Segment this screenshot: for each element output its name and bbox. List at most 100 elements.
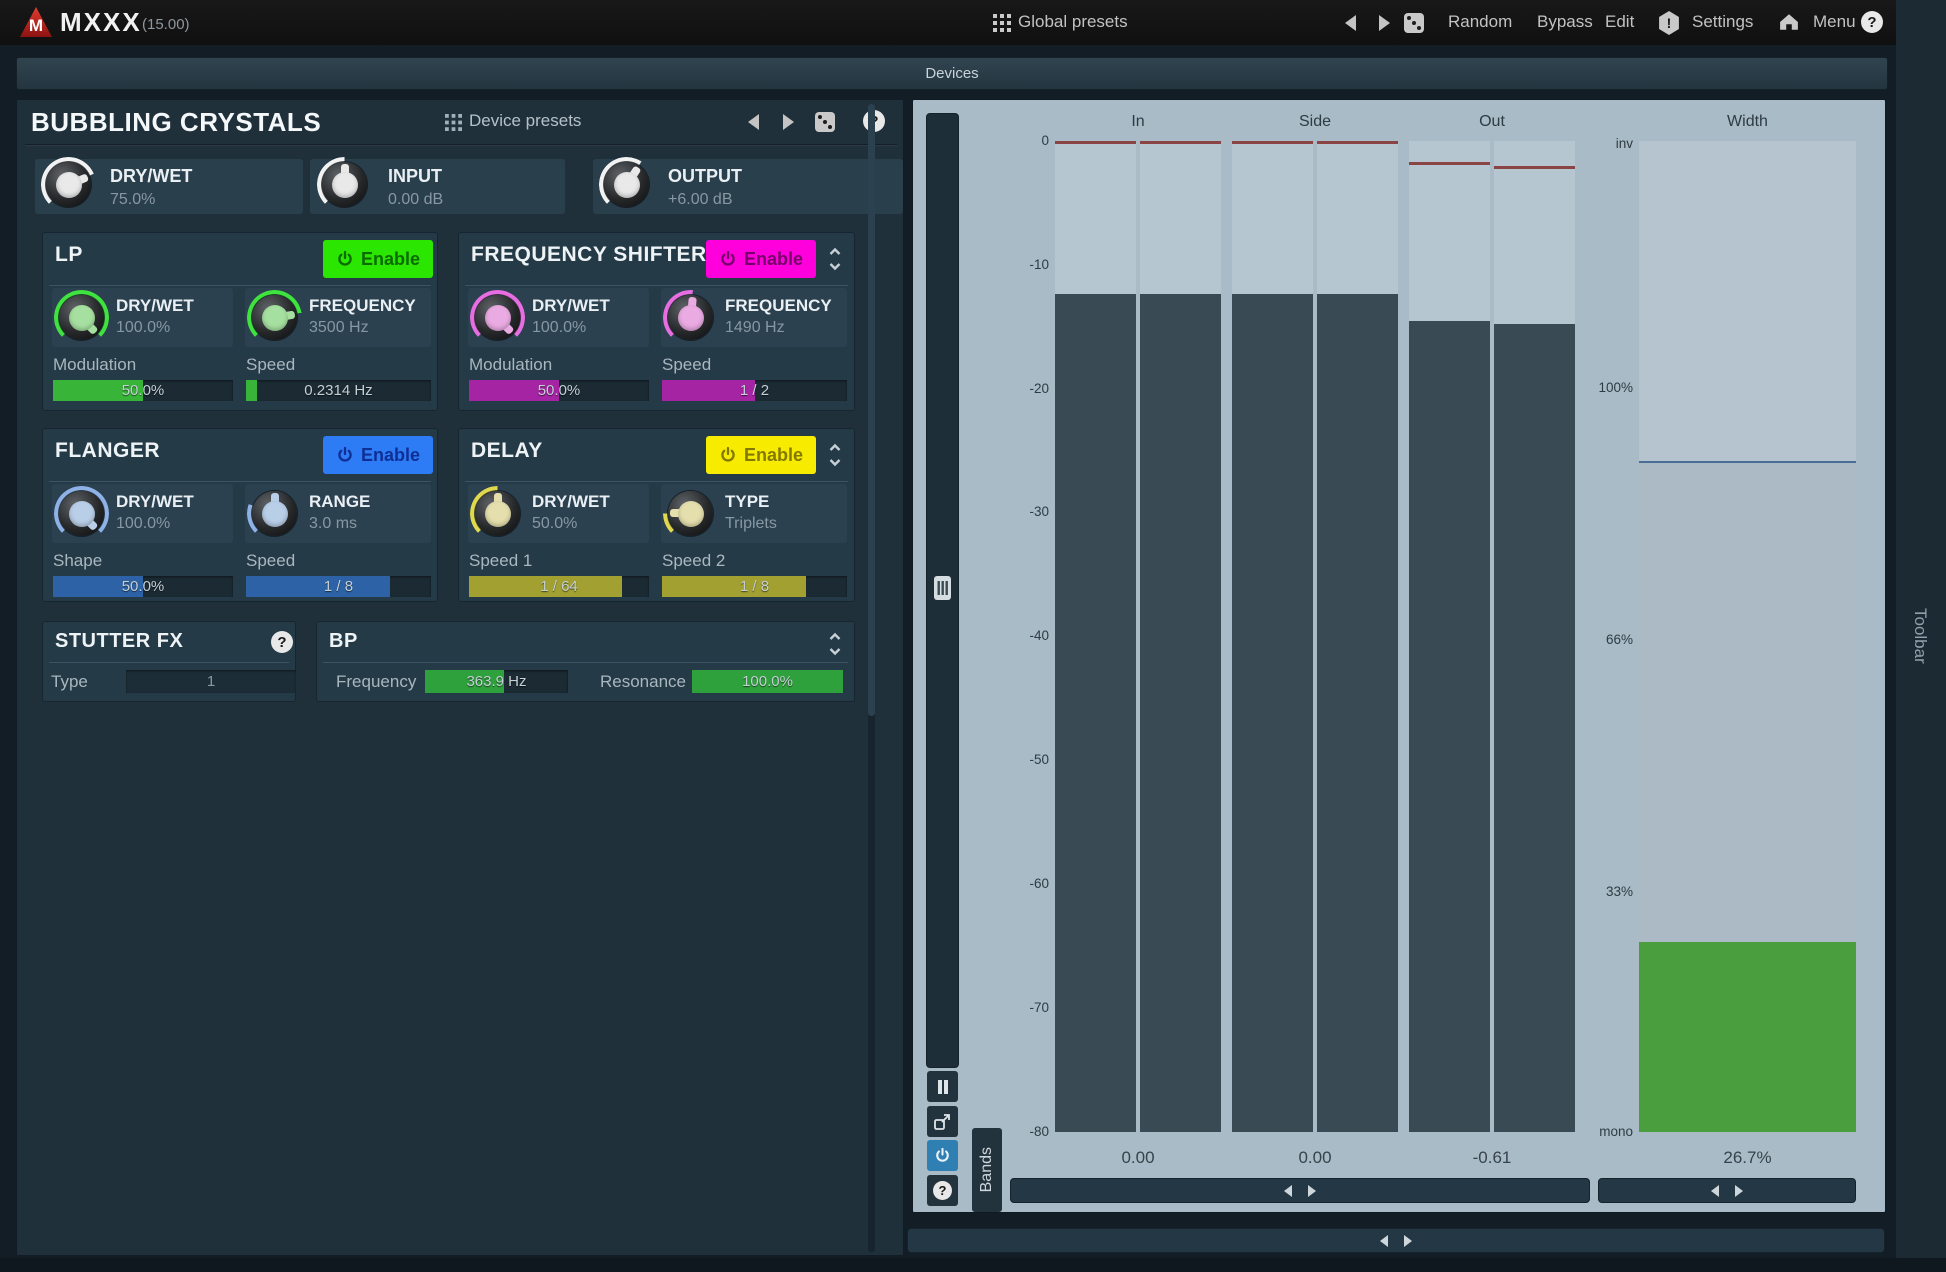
module-lp: LP Enable DRY/WET 100.0% FREQUENCY 3500 …: [42, 232, 438, 411]
edit-button[interactable]: Edit: [1605, 12, 1634, 32]
fs-drywet-knob[interactable]: [470, 290, 525, 345]
preset-next-icon[interactable]: [1379, 15, 1390, 31]
bottom-scrollbar[interactable]: [907, 1228, 1885, 1253]
device-randomize-dice-icon[interactable]: [815, 112, 835, 132]
flanger-drywet-value: 100.0%: [116, 515, 170, 533]
delay-updown-icon[interactable]: [828, 441, 842, 469]
lp-speed-label: Speed: [246, 355, 295, 375]
meter-scrollbar-width[interactable]: [1598, 1178, 1856, 1203]
bypass-button[interactable]: Bypass: [1537, 12, 1593, 32]
power-icon: [934, 1147, 951, 1164]
stutter-help-icon[interactable]: ?: [271, 631, 293, 653]
preset-prev-icon[interactable]: [1345, 15, 1356, 31]
flanger-range-knob[interactable]: [247, 486, 302, 541]
lp-frequency-knob[interactable]: [247, 290, 302, 345]
warning-icon[interactable]: !: [1658, 11, 1680, 35]
flanger-drywet-group: DRY/WET 100.0%: [52, 484, 233, 543]
meter-pause-button[interactable]: [927, 1071, 958, 1102]
flanger-speed-value: 1 / 8: [246, 576, 431, 597]
bp-title: BP: [329, 630, 358, 653]
help-icon[interactable]: ?: [1861, 11, 1883, 33]
flanger-drywet-knob[interactable]: [54, 486, 109, 541]
divider: [25, 144, 897, 145]
global-presets-button[interactable]: Global presets: [1018, 12, 1128, 32]
fs-updown-icon[interactable]: [828, 245, 842, 273]
delay-speed1-slider[interactable]: 1 / 64: [469, 576, 649, 597]
db-scale-10: -10: [1017, 257, 1049, 272]
delay-enable-button[interactable]: Enable: [706, 436, 816, 474]
scroll-right-icon[interactable]: [1735, 1185, 1743, 1197]
settings-button[interactable]: Settings: [1692, 12, 1753, 32]
lp-frequency-group: FREQUENCY 3500 Hz: [245, 288, 431, 347]
scroll-right-icon[interactable]: [1404, 1235, 1412, 1247]
lp-drywet-knob[interactable]: [54, 290, 109, 345]
db-scale-0: 0: [1017, 133, 1049, 148]
delay-speed2-value: 1 / 8: [662, 576, 847, 597]
master-output-knob[interactable]: [599, 157, 654, 212]
lp-speed-slider[interactable]: 0.2314 Hz: [246, 380, 431, 401]
meter-scrollbar-main[interactable]: [1010, 1178, 1590, 1203]
delay-drywet-group: DRY/WET 50.0%: [468, 484, 649, 543]
scroll-left-icon[interactable]: [1380, 1235, 1388, 1247]
scrollbar-thumb[interactable]: [868, 104, 875, 716]
flanger-speed-slider[interactable]: 1 / 8: [246, 576, 431, 597]
bp-frequency-value: 363.9 Hz: [425, 670, 568, 693]
meter-width-label: Width: [1639, 113, 1856, 131]
pause-icon: [937, 1080, 949, 1094]
master-input-knob[interactable]: [317, 157, 372, 212]
fs-enable-label: Enable: [744, 249, 803, 270]
db-scale-60: -60: [1017, 876, 1049, 891]
grid-icon: [993, 14, 1011, 32]
bp-updown-icon[interactable]: [828, 630, 842, 658]
bp-resonance-slider[interactable]: 100.0%: [692, 670, 843, 693]
app-version: (15.00): [142, 16, 190, 33]
flanger-shape-slider[interactable]: 50.0%: [53, 576, 233, 597]
tab-bands[interactable]: Bands: [972, 1128, 1002, 1212]
delay-enable-label: Enable: [744, 445, 803, 466]
lp-modulation-label: Modulation: [53, 355, 136, 375]
delay-speed2-slider[interactable]: 1 / 8: [662, 576, 847, 597]
meter-bar-side-left: [1232, 141, 1313, 1132]
title-bar: M MXXX (15.00) Global presets Random Byp…: [0, 0, 1946, 45]
scroll-left-icon[interactable]: [1284, 1185, 1292, 1197]
lp-modulation-slider[interactable]: 50.0%: [53, 380, 233, 401]
window-bottom-edge: [0, 1258, 1946, 1272]
toolbar-tab[interactable]: Toolbar: [1896, 0, 1946, 1272]
menu-button[interactable]: Menu: [1813, 12, 1856, 32]
fs-frequency-knob[interactable]: [663, 290, 718, 345]
meter-power-button[interactable]: [927, 1140, 958, 1171]
delay-drywet-knob[interactable]: [470, 486, 525, 541]
stutter-type-value: 1: [207, 673, 215, 690]
power-icon: [719, 250, 737, 268]
meter-zoom-slider[interactable]: [926, 113, 959, 1068]
delay-type-knob[interactable]: [663, 486, 718, 541]
stutter-type-field[interactable]: 1: [126, 670, 296, 693]
lp-enable-label: Enable: [361, 249, 420, 270]
width-meter[interactable]: [1639, 141, 1856, 1132]
lp-enable-button[interactable]: Enable: [323, 240, 433, 278]
flanger-enable-button[interactable]: Enable: [323, 436, 433, 474]
device-preset-next-icon[interactable]: [783, 114, 794, 130]
fs-enable-button[interactable]: Enable: [706, 240, 816, 278]
mini-meter-icon: [934, 576, 951, 600]
stutter-type-label: Type: [51, 672, 88, 692]
fs-speed-slider[interactable]: 1 / 2: [662, 380, 847, 401]
device-preset-prev-icon[interactable]: [748, 114, 759, 130]
random-button[interactable]: Random: [1448, 12, 1512, 32]
device-panel-scrollbar[interactable]: [868, 104, 875, 1252]
bp-frequency-slider[interactable]: 363.9 Hz: [425, 670, 568, 693]
randomize-dice-icon[interactable]: [1404, 13, 1424, 33]
delay-type-label: TYPE: [725, 492, 769, 512]
delay-type-group: TYPE Triplets: [661, 484, 847, 543]
scroll-right-icon[interactable]: [1308, 1185, 1316, 1197]
home-icon[interactable]: [1779, 13, 1799, 31]
meter-popout-button[interactable]: [927, 1106, 958, 1137]
master-drywet-knob[interactable]: [41, 157, 96, 212]
tab-devices[interactable]: Devices: [16, 57, 1888, 90]
divider: [465, 481, 848, 482]
meter-help-button[interactable]: ?: [927, 1175, 958, 1206]
scroll-left-icon[interactable]: [1711, 1185, 1719, 1197]
device-presets-button[interactable]: Device presets: [469, 111, 581, 131]
fs-modulation-slider[interactable]: 50.0%: [469, 380, 649, 401]
help-icon: ?: [933, 1181, 952, 1200]
